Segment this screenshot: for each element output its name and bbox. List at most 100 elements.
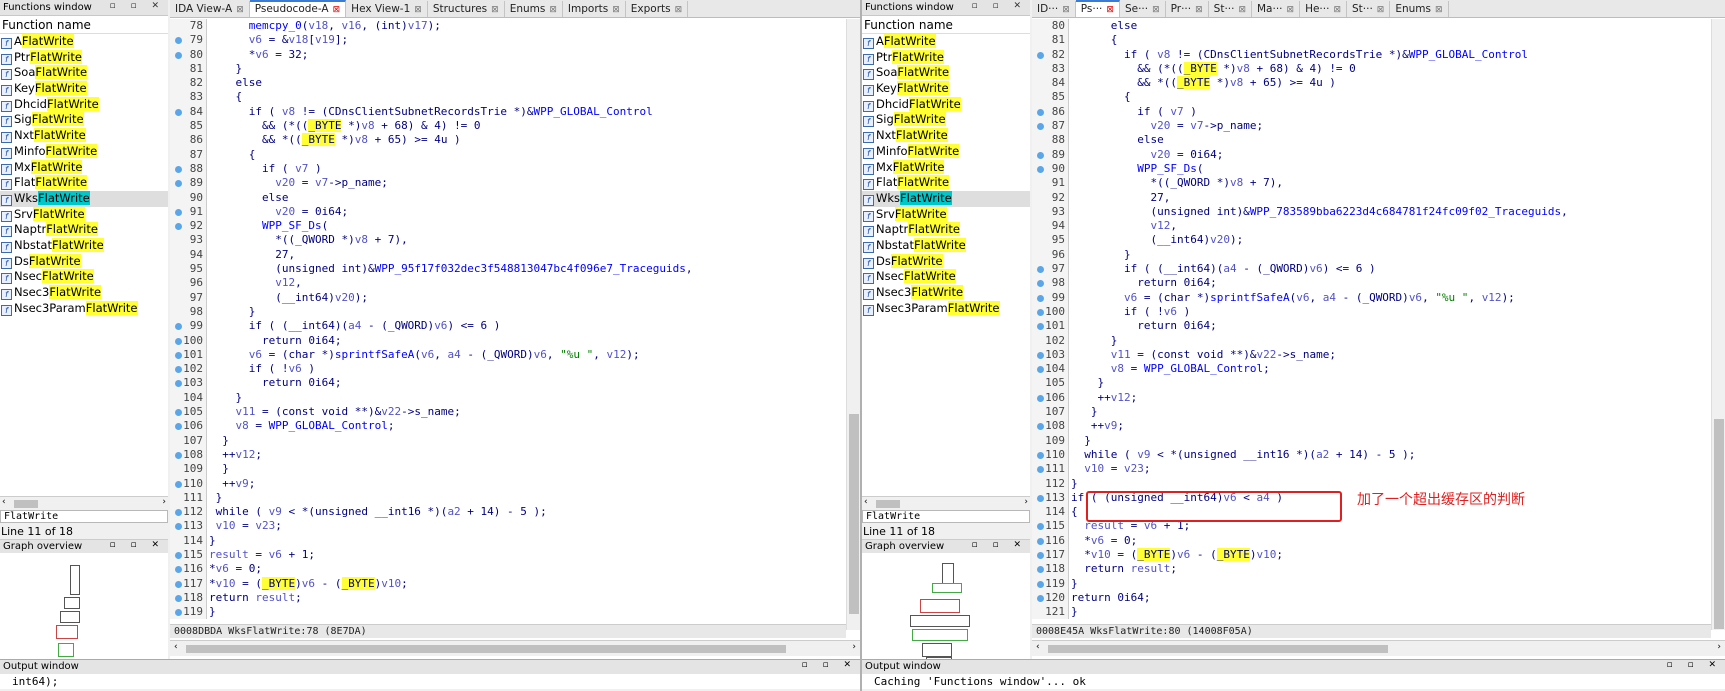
functions-filter-input[interactable]: FlatWrite: [0, 510, 168, 523]
tab-pseudocode-a[interactable]: Pseudocode-A ⊠: [249, 0, 347, 17]
function-list-item[interactable]: f MinfoFlatWrite: [862, 143, 1030, 160]
tab-st[interactable]: St··· ⊠: [1347, 1, 1391, 17]
window-controls[interactable]: ▫ ▫ ✕: [110, 540, 165, 550]
code-line[interactable]: 102 if ( !v6 ): [170, 362, 846, 377]
code-line[interactable]: 117 *v10 = (_BYTE)v6 - (_BYTE)v10;: [1032, 547, 1711, 563]
breakpoint-dot[interactable]: [1037, 494, 1044, 502]
function-list-item[interactable]: f PtrFlatWrite: [862, 49, 1030, 66]
breakpoint-dot[interactable]: [175, 208, 182, 216]
code-line[interactable]: 109 }: [1032, 433, 1711, 448]
function-list-item[interactable]: f PtrFlatWrite: [0, 49, 168, 66]
code-line[interactable]: 94 v12,: [1032, 219, 1711, 234]
window-controls[interactable]: ▫ ▫ ✕: [972, 540, 1027, 550]
code-line[interactable]: 82 else: [170, 76, 846, 91]
function-list-item[interactable]: f SrvFlatWrite: [0, 206, 168, 223]
code-line[interactable]: 93 *((_QWORD *)v8 + 7),: [170, 233, 846, 248]
function-list-item[interactable]: f WksFlatWrite: [862, 190, 1030, 207]
code-line[interactable]: 111 }: [170, 490, 846, 506]
function-list-item[interactable]: f Nsec3FlatWrite: [0, 285, 168, 301]
code-line[interactable]: 96 }: [1032, 247, 1711, 263]
function-list-item[interactable]: f NxtFlatWrite: [862, 128, 1030, 144]
code-line[interactable]: 87 {: [170, 147, 846, 162]
code-vscrollbar[interactable]: [1711, 19, 1725, 630]
code-line[interactable]: 79 v6 = &v18[v19];: [170, 33, 846, 48]
tab-pr[interactable]: Pr··· ⊠: [1166, 1, 1209, 17]
code-line[interactable]: 118 return result;: [1032, 562, 1711, 577]
code-line[interactable]: 105 v11 = (const void **)&v22->s_name;: [170, 405, 846, 420]
code-line[interactable]: 85 {: [1032, 90, 1711, 105]
code-line[interactable]: 110 ++v9;: [170, 476, 846, 491]
function-list-item[interactable]: f NsecFlatWrite: [0, 269, 168, 285]
function-list-item[interactable]: f DsFlatWrite: [862, 253, 1030, 270]
code-line[interactable]: 110 while ( v9 < *(unsigned __int16 *)(a…: [1032, 447, 1711, 463]
code-line[interactable]: 115 result = v6 + 1;: [170, 547, 846, 563]
breakpoint-dot[interactable]: [1037, 580, 1044, 588]
code-line[interactable]: 93 (unsigned int)&WPP_783589bba6223d4c68…: [1032, 204, 1711, 220]
code-line[interactable]: 116 *v6 = 0;: [170, 562, 846, 577]
close-tab-icon[interactable]: ⊠: [414, 5, 422, 15]
code-line[interactable]: 101 return 0i64;: [1032, 319, 1711, 334]
code-line[interactable]: 98 return 0i64;: [1032, 276, 1711, 291]
close-tab-icon[interactable]: ⊠: [549, 5, 557, 15]
breakpoint-dot[interactable]: [175, 351, 182, 359]
code-line[interactable]: 113 v10 = v23;: [170, 519, 846, 534]
code-line[interactable]: 108 ++v12;: [170, 447, 846, 463]
function-list-item[interactable]: f SoaFlatWrite: [0, 65, 168, 81]
function-list-item[interactable]: f FlatFlatWrite: [862, 175, 1030, 191]
breakpoint-dot[interactable]: [1037, 108, 1044, 116]
breakpoint-dot[interactable]: [175, 523, 182, 531]
functions-filter-input[interactable]: FlatWrite: [862, 510, 1030, 523]
tab-st[interactable]: St··· ⊠: [1209, 1, 1252, 17]
code-line[interactable]: 100 if ( !v6 ): [1032, 304, 1711, 320]
window-controls[interactable]: ▫ ▫ ✕: [802, 660, 857, 670]
code-line[interactable]: 114}: [170, 533, 846, 548]
code-line[interactable]: 117 *v10 = (_BYTE)v6 - (_BYTE)v10;: [170, 576, 846, 591]
breakpoint-dot[interactable]: [175, 180, 182, 188]
code-line[interactable]: 116 *v6 = 0;: [1032, 533, 1711, 548]
breakpoint-dot[interactable]: [175, 580, 182, 588]
code-line[interactable]: 85 && (*((_BYTE *)v8 + 68) & 4) != 0: [170, 119, 846, 134]
function-list-item[interactable]: f FlatFlatWrite: [0, 175, 168, 191]
breakpoint-dot[interactable]: [175, 551, 182, 559]
breakpoint-dot[interactable]: [175, 366, 182, 374]
breakpoint-dot[interactable]: [1037, 165, 1044, 173]
code-line[interactable]: 92 WPP_SF_Ds(: [170, 219, 846, 234]
code-line[interactable]: 106 v8 = WPP_GLOBAL_Control;: [170, 419, 846, 434]
code-line[interactable]: 92 27,: [1032, 190, 1711, 205]
breakpoint-dot[interactable]: [175, 51, 182, 59]
code-line[interactable]: 95 (__int64)v20);: [1032, 233, 1711, 248]
code-line[interactable]: 89 v20 = v7->p_name;: [170, 176, 846, 191]
breakpoint-dot[interactable]: [175, 337, 182, 345]
code-line[interactable]: 83 {: [170, 90, 846, 105]
breakpoint-dot[interactable]: [175, 566, 182, 574]
code-line[interactable]: 104 }: [170, 390, 846, 406]
code-line[interactable]: 89 v20 = 0i64;: [1032, 147, 1711, 162]
breakpoint-dot[interactable]: [1037, 366, 1044, 374]
breakpoint-dot[interactable]: [175, 451, 182, 459]
code-line[interactable]: 96 v12,: [170, 276, 846, 291]
pseudocode-text[interactable]: 78 memcpy_0(v18, v16, (int)v17); 79 v6 = …: [170, 19, 846, 660]
tab-structures[interactable]: Structures ⊠: [428, 1, 505, 17]
code-line[interactable]: 103 return 0i64;: [170, 376, 846, 391]
close-tab-icon[interactable]: ⊠: [491, 5, 499, 15]
breakpoint-dot[interactable]: [175, 223, 182, 231]
function-list-item[interactable]: f NbstatFlatWrite: [862, 237, 1030, 254]
code-line[interactable]: 104 v8 = WPP_GLOBAL_Control;: [1032, 362, 1711, 377]
code-line[interactable]: 91 *((_QWORD *)v8 + 7),: [1032, 176, 1711, 191]
breakpoint-dot[interactable]: [1037, 280, 1044, 288]
code-line[interactable]: 107 }: [170, 433, 846, 448]
function-list-item[interactable]: f AFlatWrite: [862, 34, 1030, 50]
code-line[interactable]: 99 if ( (__int64)(a4 - (_QWORD)v6) <= 6 …: [170, 319, 846, 334]
code-line[interactable]: 83 && (*((_BYTE *)v8 + 68) & 4) != 0: [1032, 61, 1711, 77]
code-line[interactable]: 112 while ( v9 < *(unsigned __int16 *)(a…: [170, 505, 846, 520]
function-list-item[interactable]: f NaptrFlatWrite: [862, 222, 1030, 238]
breakpoint-dot[interactable]: [1037, 266, 1044, 274]
code-line[interactable]: 81 {: [1032, 33, 1711, 48]
code-line[interactable]: 97 (__int64)v20);: [170, 290, 846, 305]
function-list-item[interactable]: f DhcidFlatWrite: [862, 96, 1030, 113]
breakpoint-dot[interactable]: [1037, 51, 1044, 59]
code-line[interactable]: 90 else: [170, 190, 846, 205]
code-hscrollbar[interactable]: ‹ ›: [1032, 640, 1725, 656]
close-tab-icon[interactable]: ⊠: [1195, 5, 1203, 15]
code-line[interactable]: 99 v6 = (char *)sprintfSafeA(v6, a4 - (_…: [1032, 290, 1711, 305]
